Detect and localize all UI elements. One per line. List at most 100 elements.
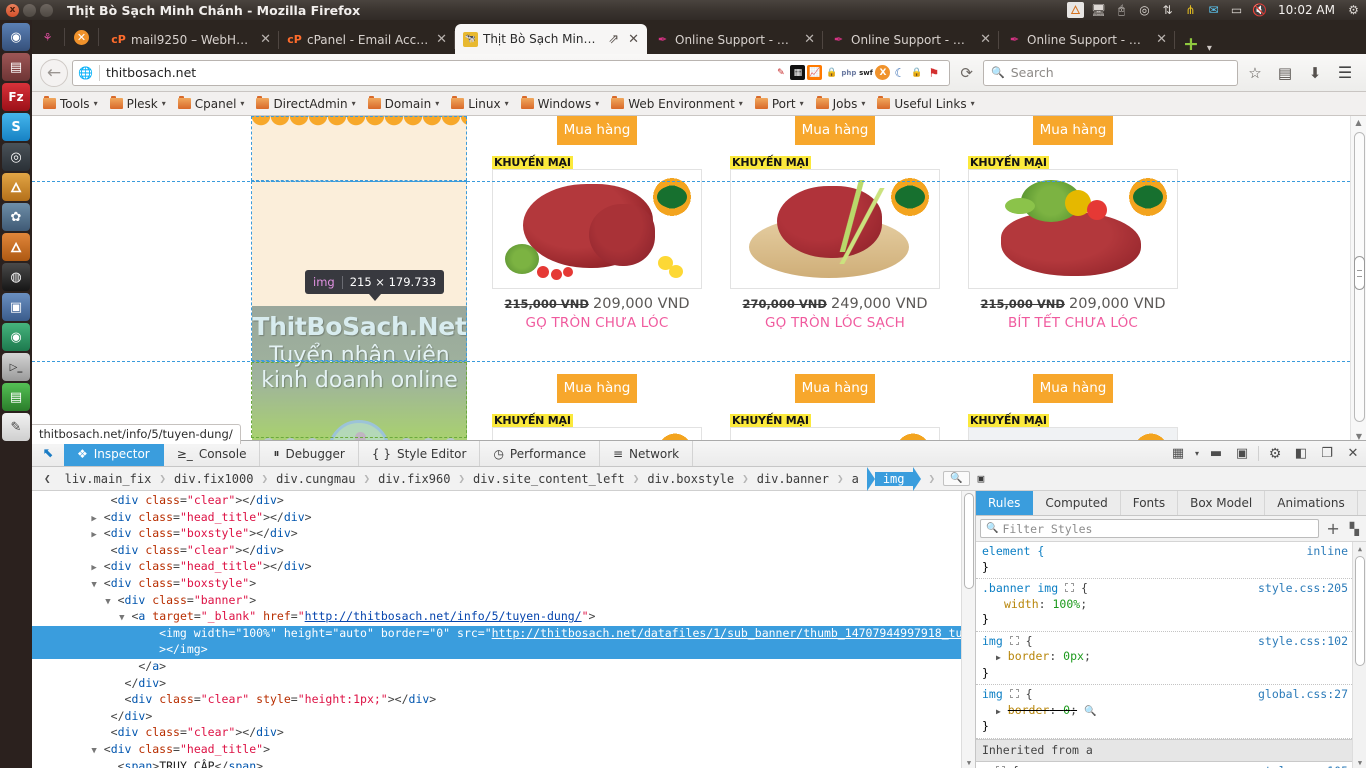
site-identity-icon[interactable]: 🌐: [78, 66, 93, 80]
rules-tab-box-model[interactable]: Box Model: [1178, 491, 1266, 515]
product-row2-1[interactable]: Mua hàng KHUYẾN MẠI: [492, 374, 702, 444]
list-all-tabs-icon[interactable]: ▾: [1207, 43, 1220, 54]
declaration-property[interactable]: border: [1008, 703, 1050, 717]
product-image[interactable]: [492, 169, 702, 289]
bookmark-cpanel[interactable]: Cpanel ▾: [173, 95, 250, 113]
volume-muted-icon[interactable]: 🔇: [1251, 2, 1268, 18]
scrollbar-thumb[interactable]: [1354, 256, 1365, 290]
search-input[interactable]: Search: [1011, 65, 1054, 80]
dom-tree-line[interactable]: </div>: [32, 676, 975, 693]
rules-tab-fonts[interactable]: Fonts: [1121, 491, 1179, 515]
twisty-icon[interactable]: ▶: [91, 530, 96, 540]
tray-clock[interactable]: 10:02 AM: [1274, 3, 1339, 17]
rule-element-inline[interactable]: inline element { }: [976, 542, 1366, 579]
devtools-tab-performance[interactable]: ◷ Performance: [480, 441, 600, 466]
tab-online-support-2[interactable]: ✒ Online Support - Do... ✕: [823, 25, 999, 54]
dom-tree-line[interactable]: ▼ <div class="boxstyle">: [32, 576, 975, 593]
bookmark-jobs[interactable]: Jobs ▾: [811, 95, 871, 113]
tab-close-icon[interactable]: ✕: [802, 32, 817, 47]
filter-styles-input[interactable]: 🔍 Filter Styles: [980, 519, 1320, 538]
tab-online-support-3[interactable]: ✒ Online Support - Do... ✕: [999, 25, 1175, 54]
declaration-value[interactable]: 0px: [1063, 649, 1084, 663]
launcher-item[interactable]: ◉: [2, 23, 30, 51]
node-search-icon[interactable]: 🔍: [943, 471, 970, 486]
scrollbar-thumb[interactable]: [1355, 556, 1365, 666]
bookmark-plesk[interactable]: Plesk ▾: [105, 95, 171, 113]
devtools-tab-debugger[interactable]: ⏸ Debugger: [260, 441, 359, 466]
dom-tree-line[interactable]: ▼ <a target="_blank" href="http://thitbo…: [32, 609, 975, 626]
product-title[interactable]: GỌ TRÒN CHƯA LÓC: [492, 312, 702, 331]
rule-source[interactable]: style.css:205: [1258, 581, 1348, 597]
banner-ad-image[interactable]: ThitBoSach.Net Tuyển nhân viên kinh doan…: [252, 306, 467, 444]
tab-close-icon[interactable]: ✕: [258, 32, 273, 47]
breadcrumb-back-icon[interactable]: ❮: [38, 472, 57, 485]
twisty-icon[interactable]: ▼: [91, 746, 96, 756]
reader-view-icon[interactable]: ▤: [1272, 60, 1298, 86]
dom-tree-line[interactable]: <div class="clear"></div>: [32, 493, 975, 510]
bookmark-linux[interactable]: Linux ▾: [446, 95, 513, 113]
dom-tree-line[interactable]: ▶ <div class="head_title"></div>: [32, 510, 975, 527]
declaration-property[interactable]: border: [1008, 649, 1050, 663]
dom-tree-scrollbar[interactable]: ▲ ▼: [961, 491, 975, 768]
responsive-design-icon[interactable]: ▦: [1165, 441, 1191, 466]
dom-tree-pane[interactable]: <div class="clear"></div> ▶ <div class="…: [32, 491, 975, 768]
toggle-pseudo-class-icon[interactable]: ▚: [1347, 522, 1362, 536]
mouse-icon[interactable]: 🖰: [1113, 2, 1130, 18]
screenshot-icon[interactable]: ▣: [1229, 441, 1255, 466]
rule-selector[interactable]: img: [982, 687, 1003, 701]
element-picker-icon[interactable]: ⬉: [32, 441, 64, 466]
dom-tree-line[interactable]: ▼ <div class="banner">: [32, 593, 975, 610]
declaration-property[interactable]: width: [1004, 597, 1039, 611]
rule-selector[interactable]: element {: [982, 544, 1044, 558]
rules-tab-rules[interactable]: Rules: [976, 491, 1034, 515]
product-go-tron-loc-sach[interactable]: Mua hàng KHUYẾN MẠI 270,000 VND 249,000 …: [730, 116, 940, 331]
firebug-icon[interactable]: ▦: [790, 65, 806, 80]
skype-icon[interactable]: S: [2, 113, 30, 141]
window-minimize-button[interactable]: [23, 3, 36, 17]
page-scrollbar[interactable]: ▲ ▼: [1350, 116, 1366, 444]
dom-tree-line[interactable]: ></img>: [32, 642, 975, 659]
scroll-down-arrow-icon[interactable]: ▼: [962, 756, 975, 768]
rule-img-style[interactable]: style.css:102 img { ▶ border: 0px; }: [976, 631, 1366, 685]
add-rule-icon[interactable]: +: [1323, 519, 1342, 538]
rule-source[interactable]: style.css:102: [1258, 634, 1348, 650]
css-rules-list[interactable]: inline element { } style.css:205 .banner…: [976, 542, 1366, 768]
chrome-icon[interactable]: ◍: [2, 263, 30, 291]
toggle-highlight-icon[interactable]: [1065, 583, 1075, 592]
bookmark-windows[interactable]: Windows ▾: [516, 95, 605, 113]
tab-pin-icon[interactable]: ⇗: [606, 32, 621, 47]
product-bit-tet-chua-loc[interactable]: Mua hàng KHUYẾN MẠI 215,000 VND 209,000 …: [968, 116, 1178, 331]
rule-selector[interactable]: a: [982, 764, 989, 768]
xmarks-icon[interactable]: ✕: [74, 29, 89, 45]
bookmark-port[interactable]: Port ▾: [750, 95, 809, 113]
dom-tree-line[interactable]: </a>: [32, 659, 975, 676]
twisty-icon[interactable]: ▶: [91, 514, 96, 524]
file-manager-icon[interactable]: ▤: [2, 53, 30, 81]
moon-icon[interactable]: ☾: [892, 65, 907, 80]
back-button[interactable]: ←: [40, 58, 68, 87]
buy-button[interactable]: Mua hàng: [557, 374, 637, 403]
analytics-icon[interactable]: 📈: [807, 65, 823, 80]
rule-source[interactable]: style.css:105: [1258, 764, 1348, 768]
devtools-tab-style-editor[interactable]: { } Style Editor: [359, 441, 481, 466]
tab-online-support-1[interactable]: ✒ Online Support - Do... ✕: [647, 25, 823, 54]
search-bar[interactable]: 🔍 Search: [983, 59, 1238, 86]
crumb-div-cungmau[interactable]: div.cungmau: [268, 472, 363, 486]
text-editor-icon[interactable]: ✎: [2, 413, 30, 441]
tab-close-icon[interactable]: ✕: [1154, 32, 1169, 47]
lock-green-icon[interactable]: 🔒: [909, 65, 924, 80]
gimp-icon[interactable]: ✿: [2, 203, 30, 231]
expand-pane-icon[interactable]: ▣: [970, 472, 993, 485]
tab-close-icon[interactable]: ✕: [978, 32, 993, 47]
firefox-dev-icon[interactable]: 🜂: [2, 173, 30, 201]
rule-banner-img[interactable]: style.css:205 .banner img { width: 100%;…: [976, 579, 1366, 632]
twisty-icon[interactable]: ▶: [91, 563, 96, 573]
remote-desktop-icon[interactable]: 🖥: [1090, 2, 1107, 18]
shutter-icon[interactable]: ◎: [2, 143, 30, 171]
hamburger-menu-icon[interactable]: ☰: [1332, 60, 1358, 86]
toggle-highlight-icon[interactable]: [1009, 635, 1019, 645]
twisty-icon[interactable]: ▼: [105, 597, 110, 607]
product-row2-3[interactable]: Mua hàng KHUYẾN MẠI: [968, 374, 1178, 444]
tab-close-icon[interactable]: ✕: [434, 32, 449, 47]
twisty-icon[interactable]: ▼: [119, 613, 124, 623]
